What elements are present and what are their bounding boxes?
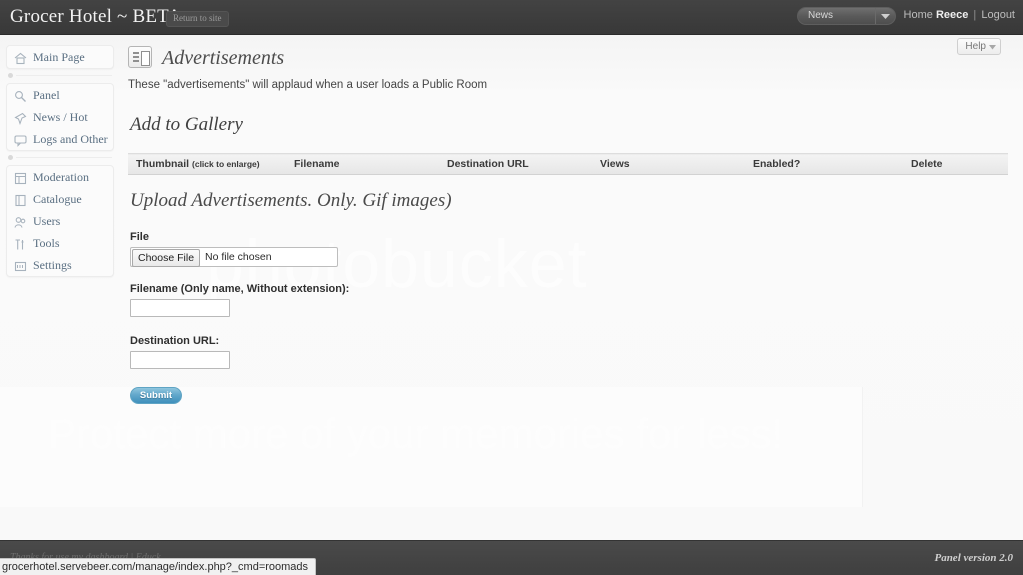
sidebar-item-catalogue[interactable]: Catalogue [7,188,113,210]
sidebar-item-label: Main Page [33,50,85,64]
separator-dot-icon [8,73,13,78]
page-description: These "advertisements" will applaud when… [128,79,488,91]
top-navigation: Home Reece | Logout [904,9,1015,21]
advertisements-table: Thumbnail (click to enlarge) Filename De… [128,153,1008,175]
return-to-site-button[interactable]: Return to site [166,11,229,27]
column-delete[interactable]: Delete [903,153,1008,175]
sidebar-item-tools[interactable]: Tools [7,232,113,254]
file-input[interactable]: Choose File No file chosen [130,247,338,267]
choose-file-button[interactable]: Choose File [132,249,201,267]
site-brand: Grocer Hotel ~ BETA [10,6,182,27]
sidebar-item-logs-and-other[interactable]: Logs and Other [7,128,113,150]
sidebar-item-moderation[interactable]: Moderation [7,166,113,188]
watermark-tagline: Protect more of your memories for less! [48,410,784,457]
sidebar-item-label: Tools [33,236,60,250]
filename-input[interactable] [130,299,230,317]
sidebar-group-admin: Moderation Catalogue Users Tools Setting… [6,165,114,277]
sidebar-item-label: Logs and Other [33,132,108,146]
chevron-down-icon [875,8,895,24]
chat-icon [14,132,27,147]
sidebar-item-users[interactable]: Users [7,210,113,232]
sidebar-separator [6,151,114,165]
browser-status-bar: grocerhotel.servebeer.com/manage/index.p… [0,558,317,575]
sidebar-group-main: Main Page [6,45,114,69]
settings-icon [14,258,27,272]
sidebar-item-label: Settings [33,258,72,272]
sidebar-separator [6,69,114,83]
nav-separator: | [973,9,977,21]
page-title: Advertisements [128,45,284,71]
moderation-icon [14,170,27,185]
book-icon [14,192,27,207]
top-bar: Grocer Hotel ~ BETA Return to site News … [0,0,1023,35]
file-field-label: File [130,231,149,243]
logout-link[interactable]: Logout [981,9,1015,21]
table-header-row: Thumbnail (click to enlarge) Filename De… [128,153,1008,175]
column-enabled[interactable]: Enabled? [745,153,903,175]
advertisements-icon [128,46,152,68]
sidebar-item-label: News / Hot [33,110,88,124]
sidebar-item-label: Panel [33,88,60,102]
home-icon [14,50,27,65]
chevron-down-icon [989,45,996,50]
file-status-text: No file chosen [205,251,272,263]
sidebar-item-panel[interactable]: Panel [7,84,113,106]
help-button[interactable]: Help [957,38,1001,55]
news-dropdown-label: News [808,10,834,21]
news-dropdown[interactable]: News [797,7,896,25]
tools-icon [14,236,27,250]
column-destination-url[interactable]: Destination URL [439,153,592,175]
help-button-label: Help [965,41,986,52]
sidebar-group-content: Panel News / Hot Logs and Other [6,83,114,151]
sidebar-item-main-page[interactable]: Main Page [7,46,113,68]
column-filename[interactable]: Filename [286,153,439,175]
upload-advertisement-form: File Choose File No file chosen Filename… [130,231,730,404]
upload-section-title: Upload Advertisements. Only. Gif images) [130,190,452,211]
home-link[interactable]: Home [904,9,933,21]
sidebar-item-label: Catalogue [33,192,82,206]
sidebar-item-settings[interactable]: Settings [7,254,113,276]
gallery-section-title: Add to Gallery [130,114,243,135]
separator-line [16,75,112,76]
destination-url-field-label: Destination URL: [130,335,220,347]
page-title-text: Advertisements [162,47,285,69]
separator-line [16,157,112,158]
destination-url-input[interactable] [130,351,230,369]
pin-icon [14,110,27,126]
page-body: photobucket Protect more of your memorie… [0,35,1023,540]
watermark-panel [0,387,863,507]
footer-version: Panel version 2.0 [934,552,1013,564]
sidebar-item-label: Moderation [33,170,89,184]
sidebar-item-label: Users [33,214,61,228]
submit-button[interactable]: Submit [130,387,182,404]
column-thumbnail[interactable]: Thumbnail (click to enlarge) [128,153,286,175]
separator-dot-icon [8,155,13,160]
column-views[interactable]: Views [592,153,745,175]
sidebar-item-news-hot[interactable]: News / Hot [7,106,113,128]
current-user: Reece [935,9,969,21]
users-icon [14,214,27,228]
panel-icon [14,88,27,102]
sidebar: Main Page Panel News / Hot Logs and Othe… [0,35,120,277]
filename-field-label: Filename (Only name, Without extension): [130,283,350,295]
